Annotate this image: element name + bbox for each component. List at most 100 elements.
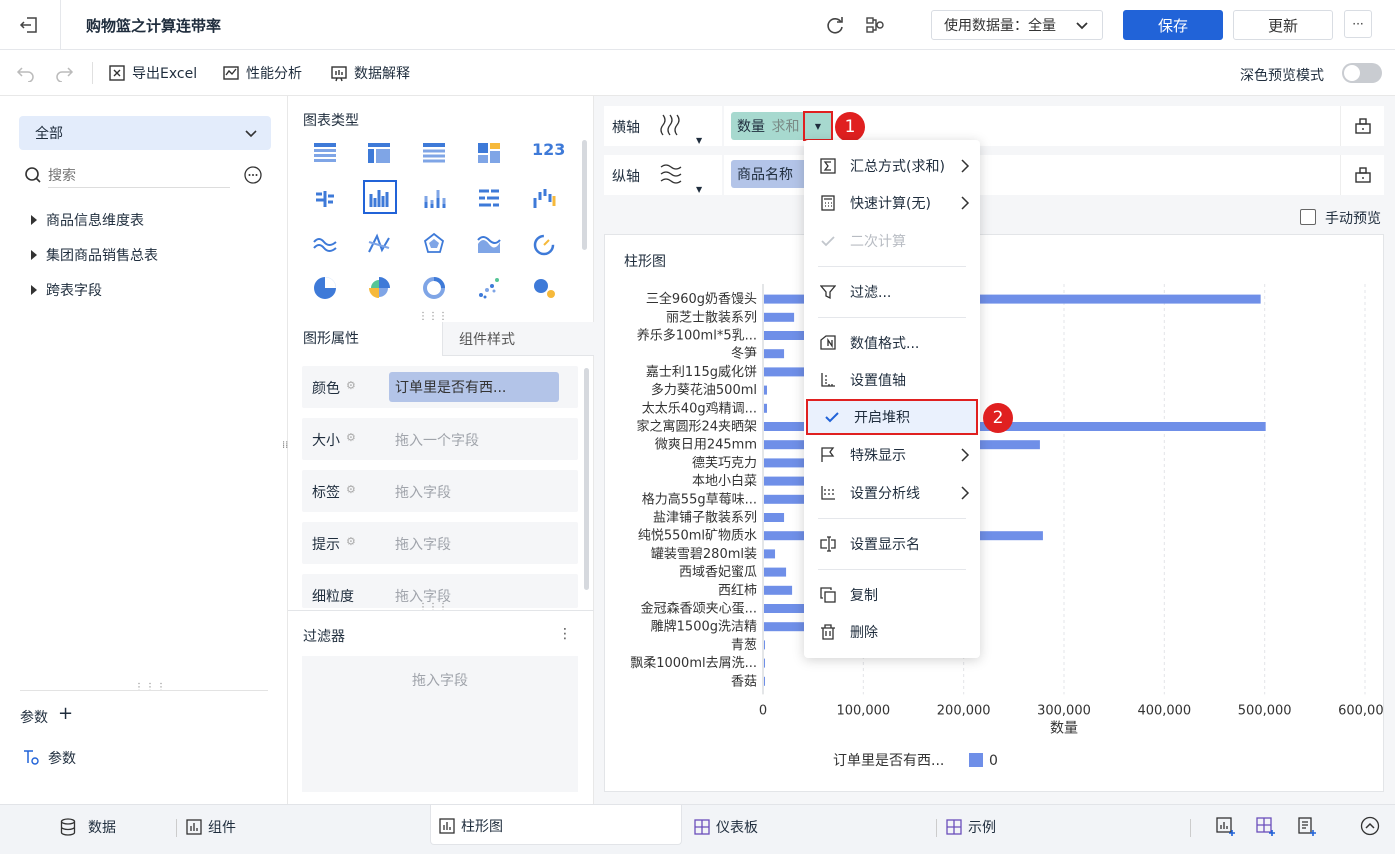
scatter-icon[interactable] — [477, 276, 501, 300]
relation-icon[interactable] — [864, 14, 886, 36]
add-dashboard-icon[interactable] — [1256, 817, 1276, 837]
filter-drop-area[interactable]: 拖入字段 — [302, 656, 578, 792]
menu-item-copy[interactable]: 复制 — [804, 577, 980, 613]
menu-item-value-axis[interactable]: 设置值轴 — [804, 362, 980, 398]
bar-list-icon[interactable] — [477, 186, 501, 210]
add-component-icon[interactable] — [1216, 817, 1236, 837]
bar — [764, 549, 776, 559]
x-axis-extra-icon[interactable] — [1340, 106, 1384, 146]
y-axis-extra-icon[interactable] — [1340, 155, 1384, 195]
tab-graph-props[interactable]: 图形属性 — [288, 320, 442, 356]
update-button[interactable]: 更新 — [1233, 10, 1333, 40]
bar — [764, 567, 787, 577]
caret-down-icon[interactable]: ▼ — [696, 185, 702, 194]
splitter-handle[interactable]: ⁞⁞ — [282, 440, 288, 451]
color-field-pill[interactable]: 订单里是否有西... — [389, 372, 559, 402]
tab-component[interactable]: 组件 — [186, 817, 236, 837]
y-axis-type-icon[interactable] — [658, 161, 684, 187]
menu-item-summary[interactable]: 汇总方式(求和) — [804, 148, 980, 184]
bar — [764, 349, 785, 359]
ring-chart-icon[interactable] — [422, 276, 446, 300]
field-dropdown-caret[interactable]: ▼ — [803, 111, 833, 141]
scrollbar[interactable] — [582, 140, 587, 250]
search-input[interactable] — [48, 164, 230, 188]
menu-item-display-name[interactable]: 设置显示名 — [804, 526, 980, 562]
resize-handle[interactable]: ⋮⋮⋮ — [134, 682, 167, 693]
y-category-label: 三全960g奶香馒头 — [646, 291, 757, 307]
resize-handle[interactable]: ⋮⋮⋮ — [418, 602, 448, 613]
prop-label: 提示 — [312, 537, 340, 553]
gear-icon[interactable]: ⚙ — [346, 379, 356, 392]
cross-table-icon[interactable] — [367, 142, 391, 164]
add-param-icon[interactable]: + — [58, 705, 73, 723]
y-category-label: 雕牌1500g洗洁精 — [651, 619, 757, 635]
menu-item-enable-stack[interactable]: 开启堆积 — [806, 399, 978, 435]
scrollbar[interactable] — [584, 368, 589, 590]
undo-icon[interactable] — [16, 64, 36, 82]
kpi-card-icon[interactable] — [477, 142, 501, 164]
prop-row-color[interactable]: 颜色 ⚙ 订单里是否有西... — [302, 366, 578, 408]
more-button[interactable]: ··· — [1344, 10, 1372, 38]
tab-dashboard[interactable]: 仪表板 — [694, 817, 758, 837]
gauge-icon[interactable] — [532, 232, 556, 256]
exit-icon[interactable] — [18, 14, 42, 36]
y-axis-label: 纵轴 — [612, 169, 640, 185]
stacked-column-icon[interactable] — [422, 186, 446, 210]
table-chart-icon[interactable] — [313, 142, 337, 164]
pie-chart-icon[interactable] — [313, 276, 337, 300]
data-explain-button[interactable]: 数据解释 — [330, 63, 410, 83]
export-excel-button[interactable]: 导出Excel — [108, 63, 197, 83]
gear-icon[interactable]: ⚙ — [346, 431, 356, 444]
filter-more-icon[interactable]: ⋮ — [558, 626, 572, 642]
waterfall-icon[interactable] — [532, 186, 556, 210]
manual-preview-checkbox[interactable] — [1300, 209, 1316, 225]
performance-button[interactable]: 性能分析 — [222, 63, 302, 83]
divider — [20, 690, 268, 691]
gear-icon[interactable]: ⚙ — [346, 535, 356, 548]
redo-icon[interactable] — [54, 64, 74, 82]
x-axis-type-icon[interactable] — [658, 112, 684, 138]
check-icon — [822, 409, 842, 425]
more-options-icon[interactable] — [244, 166, 262, 184]
tab-component-style[interactable]: 组件样式 — [442, 322, 594, 356]
number-icon[interactable]: 123 — [532, 140, 565, 159]
tab-bar-chart[interactable]: 柱形图 — [430, 805, 682, 845]
menu-label: 设置值轴 — [850, 373, 906, 389]
prop-row-size[interactable]: 大小 ⚙ 拖入一个字段 — [302, 418, 578, 460]
grouped-bar-icon[interactable] — [313, 186, 337, 210]
caret-down-icon[interactable]: ▼ — [696, 136, 702, 145]
tree-item-cross-table[interactable]: 跨表字段 — [30, 280, 102, 300]
tab-data[interactable]: 数据 — [60, 817, 116, 837]
dark-preview-toggle[interactable] — [1342, 63, 1382, 83]
detail-table-icon[interactable] — [422, 142, 446, 164]
prop-row-tooltip[interactable]: 提示 ⚙ 拖入字段 — [302, 522, 578, 564]
param-item[interactable]: 参数 — [48, 748, 76, 768]
tree-item-sales-total[interactable]: 集团商品销售总表 — [30, 245, 158, 265]
area-chart-icon[interactable] — [477, 232, 501, 254]
collapse-up-icon[interactable] — [1360, 816, 1380, 836]
menu-item-number-format[interactable]: 数值格式... — [804, 325, 980, 361]
menu-item-analysis-line[interactable]: 设置分析线 — [804, 475, 980, 511]
bar — [764, 385, 768, 395]
save-button[interactable]: 保存 — [1123, 10, 1223, 40]
menu-item-quick-calc[interactable]: 快速计算(无) — [804, 185, 980, 221]
column-chart-icon[interactable] — [363, 180, 397, 214]
line-marker-icon[interactable] — [367, 232, 391, 254]
data-usage-select[interactable]: 使用数据量：全量 — [931, 10, 1103, 40]
database-icon — [60, 818, 76, 836]
add-report-icon[interactable] — [1297, 817, 1317, 837]
gear-icon[interactable]: ⚙ — [346, 483, 356, 496]
tab-example[interactable]: 示例 — [946, 817, 996, 837]
menu-item-filter[interactable]: 过滤... — [804, 274, 980, 310]
bubble-icon[interactable] — [532, 276, 556, 300]
menu-label: 特殊显示 — [850, 448, 906, 464]
rose-chart-icon[interactable] — [367, 276, 391, 300]
refresh-icon[interactable] — [824, 14, 846, 36]
menu-item-delete[interactable]: 删除 — [804, 614, 980, 650]
menu-item-special-display[interactable]: 特殊显示 — [804, 437, 980, 473]
line-chart-icon[interactable] — [313, 232, 337, 254]
scope-select[interactable]: 全部 — [19, 116, 271, 150]
radar-icon[interactable] — [422, 232, 446, 256]
tree-item-product-dim[interactable]: 商品信息维度表 — [30, 210, 144, 230]
prop-row-label[interactable]: 标签 ⚙ 拖入字段 — [302, 470, 578, 512]
